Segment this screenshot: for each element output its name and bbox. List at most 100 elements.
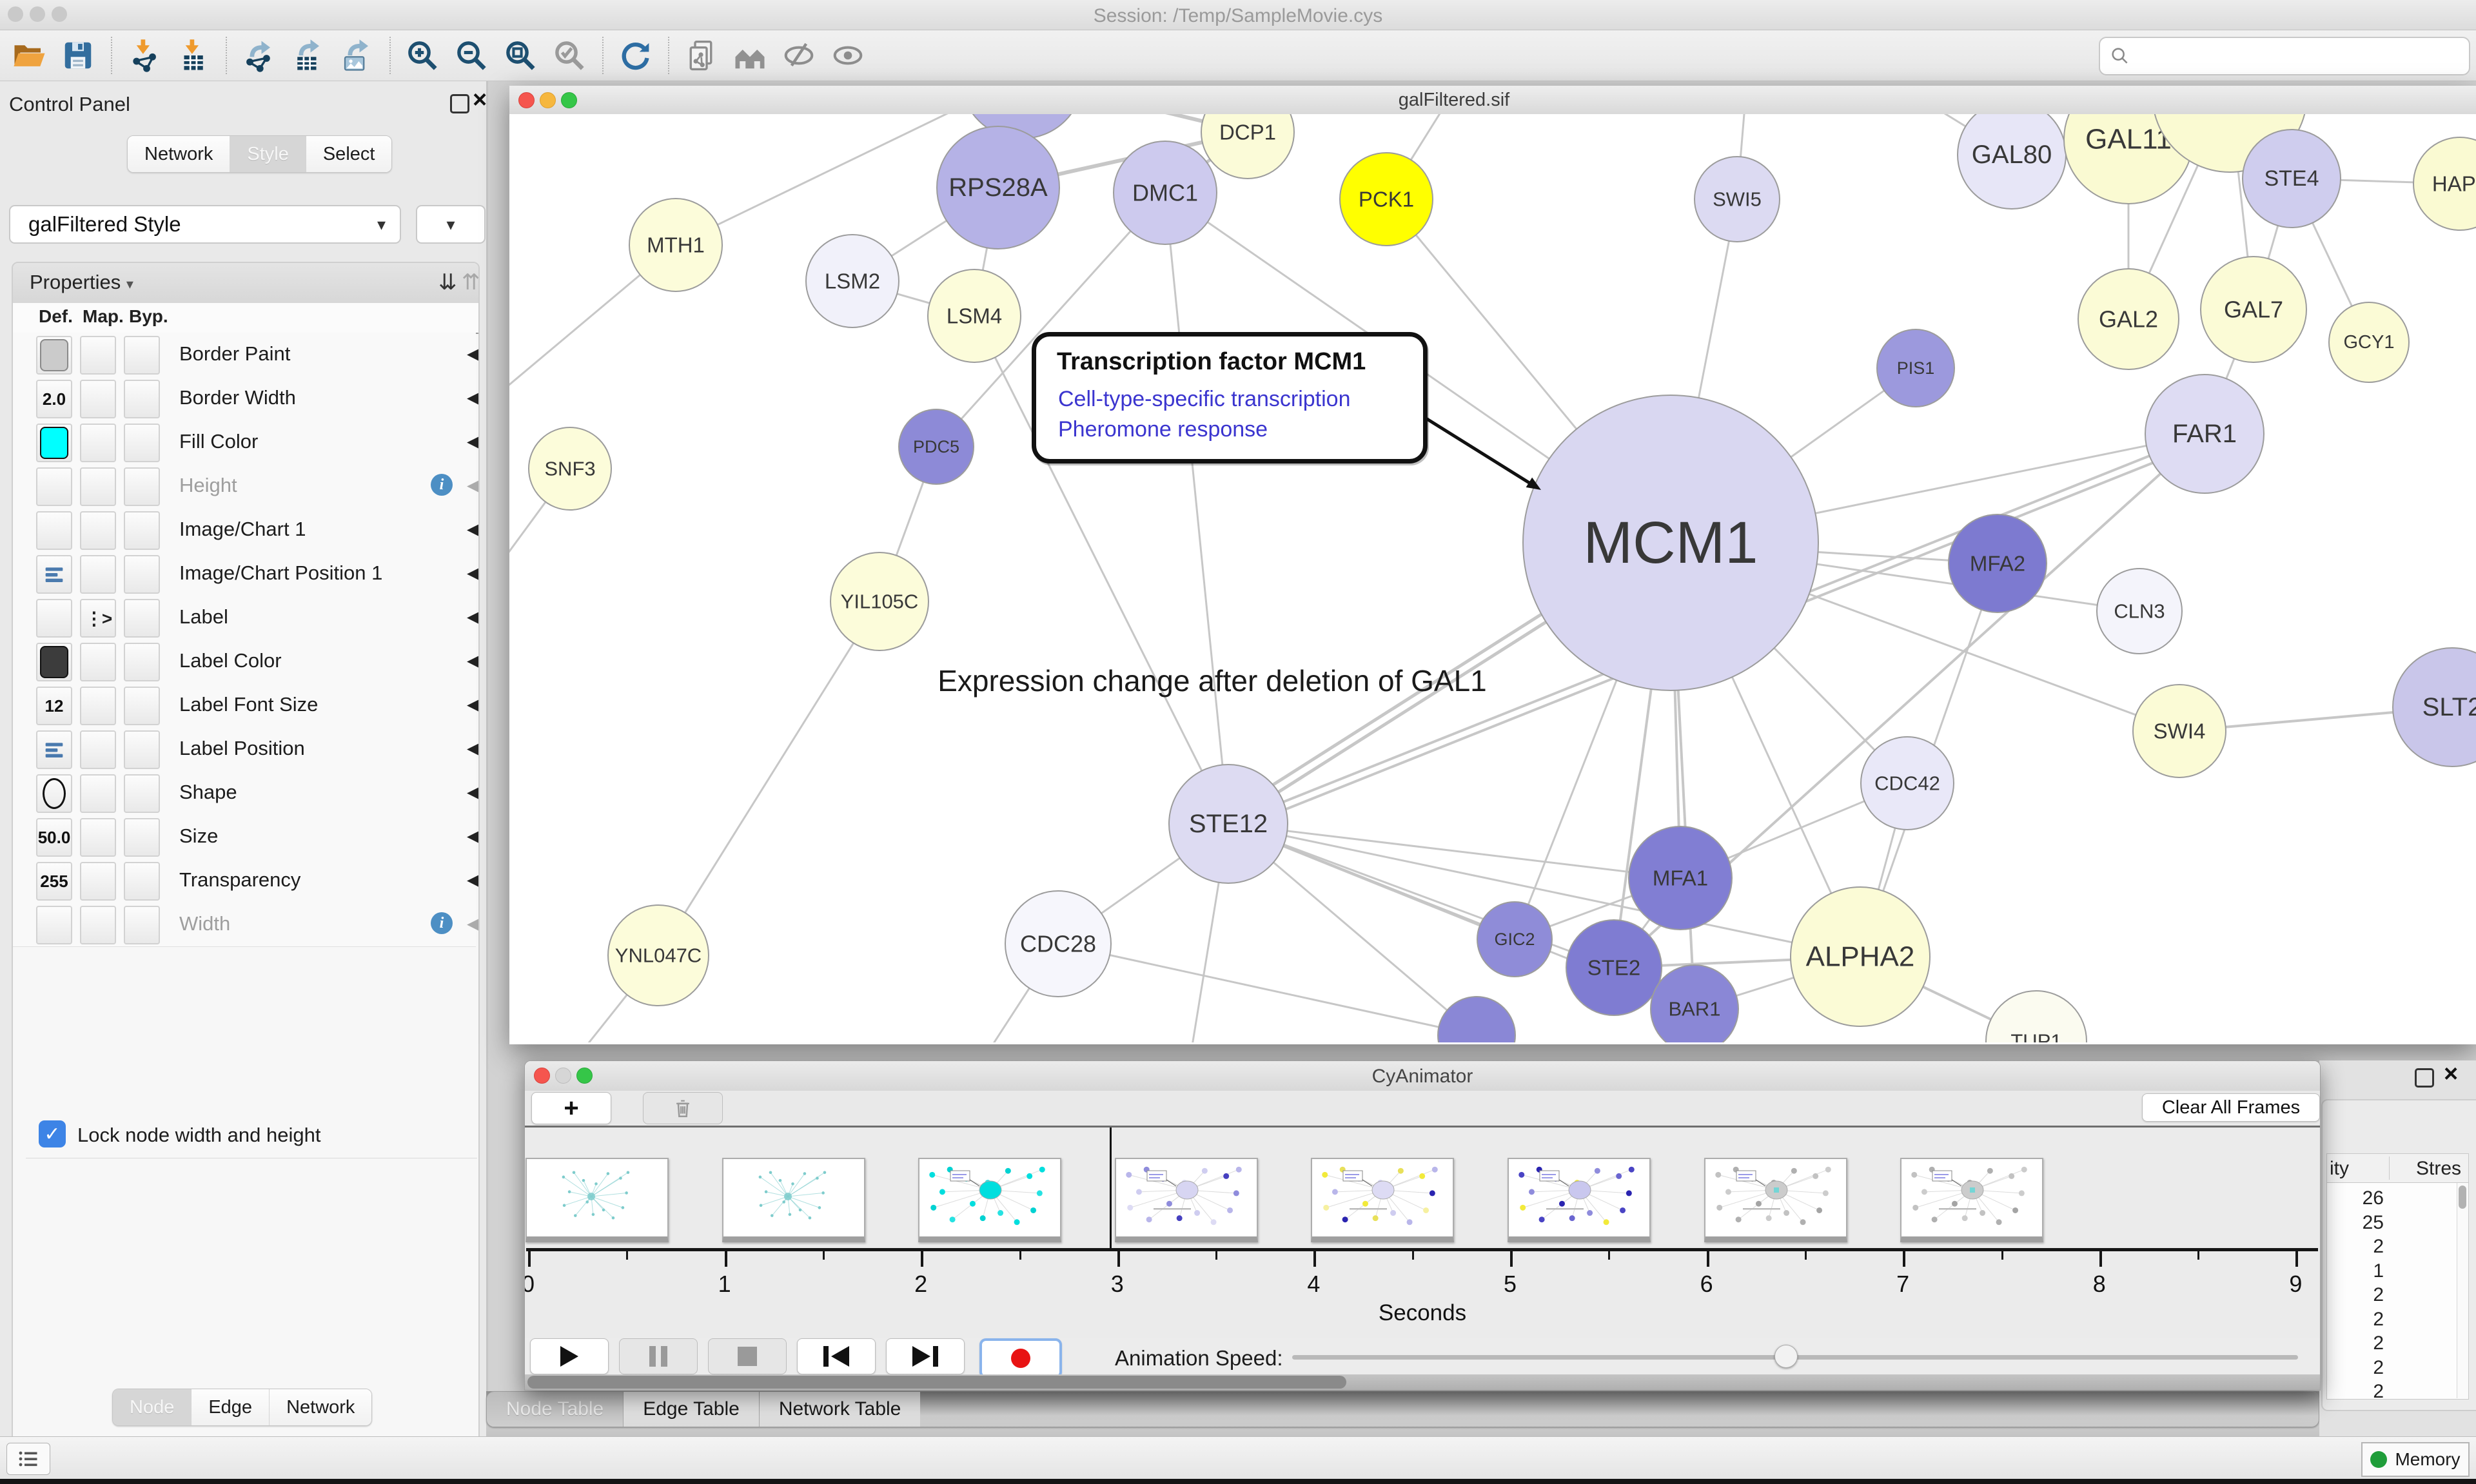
node-YIL105C[interactable]: YIL105C xyxy=(830,552,928,650)
mapping-cell[interactable] xyxy=(80,424,116,462)
info-icon[interactable]: i xyxy=(431,474,453,496)
duplicate-network-button[interactable] xyxy=(681,35,721,75)
frame-thumbnail-1[interactable] xyxy=(722,1158,865,1242)
minimize-window-light[interactable] xyxy=(540,92,556,108)
expand-property-icon[interactable]: ◀ xyxy=(467,476,479,495)
node-YNL047C[interactable]: YNL047C xyxy=(608,905,709,1006)
bypass-cell[interactable] xyxy=(124,380,160,418)
default-value-cell[interactable] xyxy=(36,906,72,944)
float-panel-icon[interactable] xyxy=(450,94,469,113)
default-value-cell[interactable] xyxy=(36,336,72,375)
table-cell[interactable]: 2 xyxy=(2327,1357,2384,1379)
expand-property-icon[interactable]: ◀ xyxy=(467,783,479,802)
annotation-caption[interactable]: Expression change after deletion of GAL1 xyxy=(896,663,1528,698)
table-cell[interactable]: 2 xyxy=(2327,1333,2384,1354)
node-CLN3[interactable]: CLN3 xyxy=(2097,569,2182,654)
skip-to-start-button[interactable] xyxy=(797,1338,876,1374)
timeline-playhead[interactable] xyxy=(1110,1128,1112,1248)
bypass-cell[interactable] xyxy=(124,511,160,550)
tab-style[interactable]: Style xyxy=(230,136,306,172)
default-value-cell[interactable] xyxy=(36,467,72,506)
node-GAL7[interactable]: GAL7 xyxy=(2201,257,2306,362)
tab-node-table[interactable]: Node Table xyxy=(487,1392,624,1427)
frame-thumbnail-0[interactable] xyxy=(526,1158,669,1242)
annotation-link[interactable]: Cell-type-specific transcription xyxy=(1058,387,1351,412)
style-selector[interactable]: galFiltered Style ▾ xyxy=(9,205,401,244)
bypass-cell[interactable] xyxy=(124,862,160,901)
close-window-light[interactable] xyxy=(518,92,535,108)
refresh-layout-button[interactable] xyxy=(615,35,655,75)
bypass-cell[interactable] xyxy=(124,774,160,813)
node-DCP1[interactable]: DCP1 xyxy=(1201,114,1294,179)
default-value-cell[interactable] xyxy=(36,511,72,550)
expand-property-icon[interactable]: ◀ xyxy=(467,870,479,890)
node-PDC5[interactable]: PDC5 xyxy=(899,409,974,484)
node-BAR1[interactable]: BAR1 xyxy=(1651,965,1738,1042)
close-panel-icon[interactable]: × xyxy=(473,90,487,110)
open-folder-button[interactable] xyxy=(9,35,49,75)
expand-property-icon[interactable]: ◀ xyxy=(467,914,479,933)
style-options-button[interactable]: ▾ xyxy=(416,205,486,244)
mapping-cell[interactable] xyxy=(80,467,116,506)
bypass-cell[interactable] xyxy=(124,906,160,944)
save-session-button[interactable] xyxy=(58,35,98,75)
play-button[interactable] xyxy=(530,1338,609,1374)
import-network-button[interactable] xyxy=(124,35,164,75)
default-value-cell[interactable] xyxy=(36,555,72,594)
expand-property-icon[interactable]: ◀ xyxy=(467,344,479,364)
zoom-selected-button[interactable] xyxy=(549,35,589,75)
expand-property-icon[interactable]: ◀ xyxy=(467,739,479,758)
tab-edge-table[interactable]: Edge Table xyxy=(624,1392,760,1427)
default-value-cell[interactable] xyxy=(36,424,72,462)
table-scrollbar-thumb[interactable] xyxy=(2459,1186,2466,1209)
node-HAP2[interactable]: HAP2 xyxy=(2413,137,2476,230)
node-STE4[interactable]: STE4 xyxy=(2243,130,2341,228)
expand-property-icon[interactable]: ◀ xyxy=(467,695,479,714)
node-FAR1[interactable]: FAR1 xyxy=(2145,375,2264,493)
pause-button[interactable] xyxy=(619,1338,698,1374)
column-header[interactable]: Stres xyxy=(2416,1158,2461,1180)
table-cell[interactable]: 2 xyxy=(2327,1236,2384,1258)
home-button[interactable] xyxy=(730,35,770,75)
network-window-titlebar[interactable]: galFiltered.sif xyxy=(509,86,2476,115)
mapping-cell[interactable] xyxy=(80,906,116,944)
add-frame-button[interactable]: + xyxy=(531,1092,611,1124)
edge-YIL105C-YNL047C[interactable] xyxy=(658,601,879,955)
node-STE2[interactable]: STE2 xyxy=(1566,920,1662,1015)
node-RPS28A[interactable]: RPS28A xyxy=(937,126,1059,249)
edge-CDC28-NODE_B[interactable] xyxy=(1058,944,1477,1035)
frame-thumbnail-3[interactable] xyxy=(1115,1158,1258,1242)
node-LSM2[interactable]: LSM2 xyxy=(806,235,899,327)
mapping-cell[interactable] xyxy=(80,643,116,681)
expand-property-icon[interactable]: ◀ xyxy=(467,607,479,627)
bypass-cell[interactable] xyxy=(124,599,160,638)
node-GAL80[interactable]: GAL80 xyxy=(1958,114,2066,209)
frame-thumbnail-7[interactable] xyxy=(1900,1158,2043,1242)
node-SWI4[interactable]: SWI4 xyxy=(2133,685,2226,777)
table-cell[interactable]: 2 xyxy=(2327,1309,2384,1331)
table-cell[interactable]: 2 xyxy=(2327,1381,2384,1403)
mapping-cell[interactable] xyxy=(80,380,116,418)
mapping-cell[interactable] xyxy=(80,555,116,594)
node-MFA2[interactable]: MFA2 xyxy=(1949,514,2047,612)
expand-property-icon[interactable]: ◀ xyxy=(467,563,479,583)
node-LSM4[interactable]: LSM4 xyxy=(928,269,1021,362)
node-MFA1[interactable]: MFA1 xyxy=(1629,826,1732,930)
node-DMC1[interactable]: DMC1 xyxy=(1114,141,1217,244)
frame-thumbnail-5[interactable] xyxy=(1508,1158,1651,1242)
frame-thumbnail-2[interactable] xyxy=(918,1158,1061,1242)
node-GAL2[interactable]: GAL2 xyxy=(2078,269,2179,369)
table-cell[interactable]: 25 xyxy=(2327,1212,2384,1234)
network-canvas[interactable]: RPS28BDCP1RPS28ADMC1PCK1SWI5GAL80GAL11ST… xyxy=(509,114,2476,1042)
task-history-button[interactable] xyxy=(6,1443,50,1475)
expand-property-icon[interactable]: ◀ xyxy=(467,520,479,539)
mapping-cell[interactable] xyxy=(80,730,116,769)
table-cell[interactable]: 2 xyxy=(2327,1284,2384,1306)
default-value-cell[interactable] xyxy=(36,643,72,681)
search-input[interactable] xyxy=(2137,45,2469,67)
tab-node[interactable]: Node xyxy=(113,1389,192,1425)
search-field[interactable] xyxy=(2099,37,2470,75)
node-SNF3[interactable]: SNF3 xyxy=(529,427,611,510)
bypass-cell[interactable] xyxy=(124,467,160,506)
import-table-button[interactable] xyxy=(173,35,213,75)
